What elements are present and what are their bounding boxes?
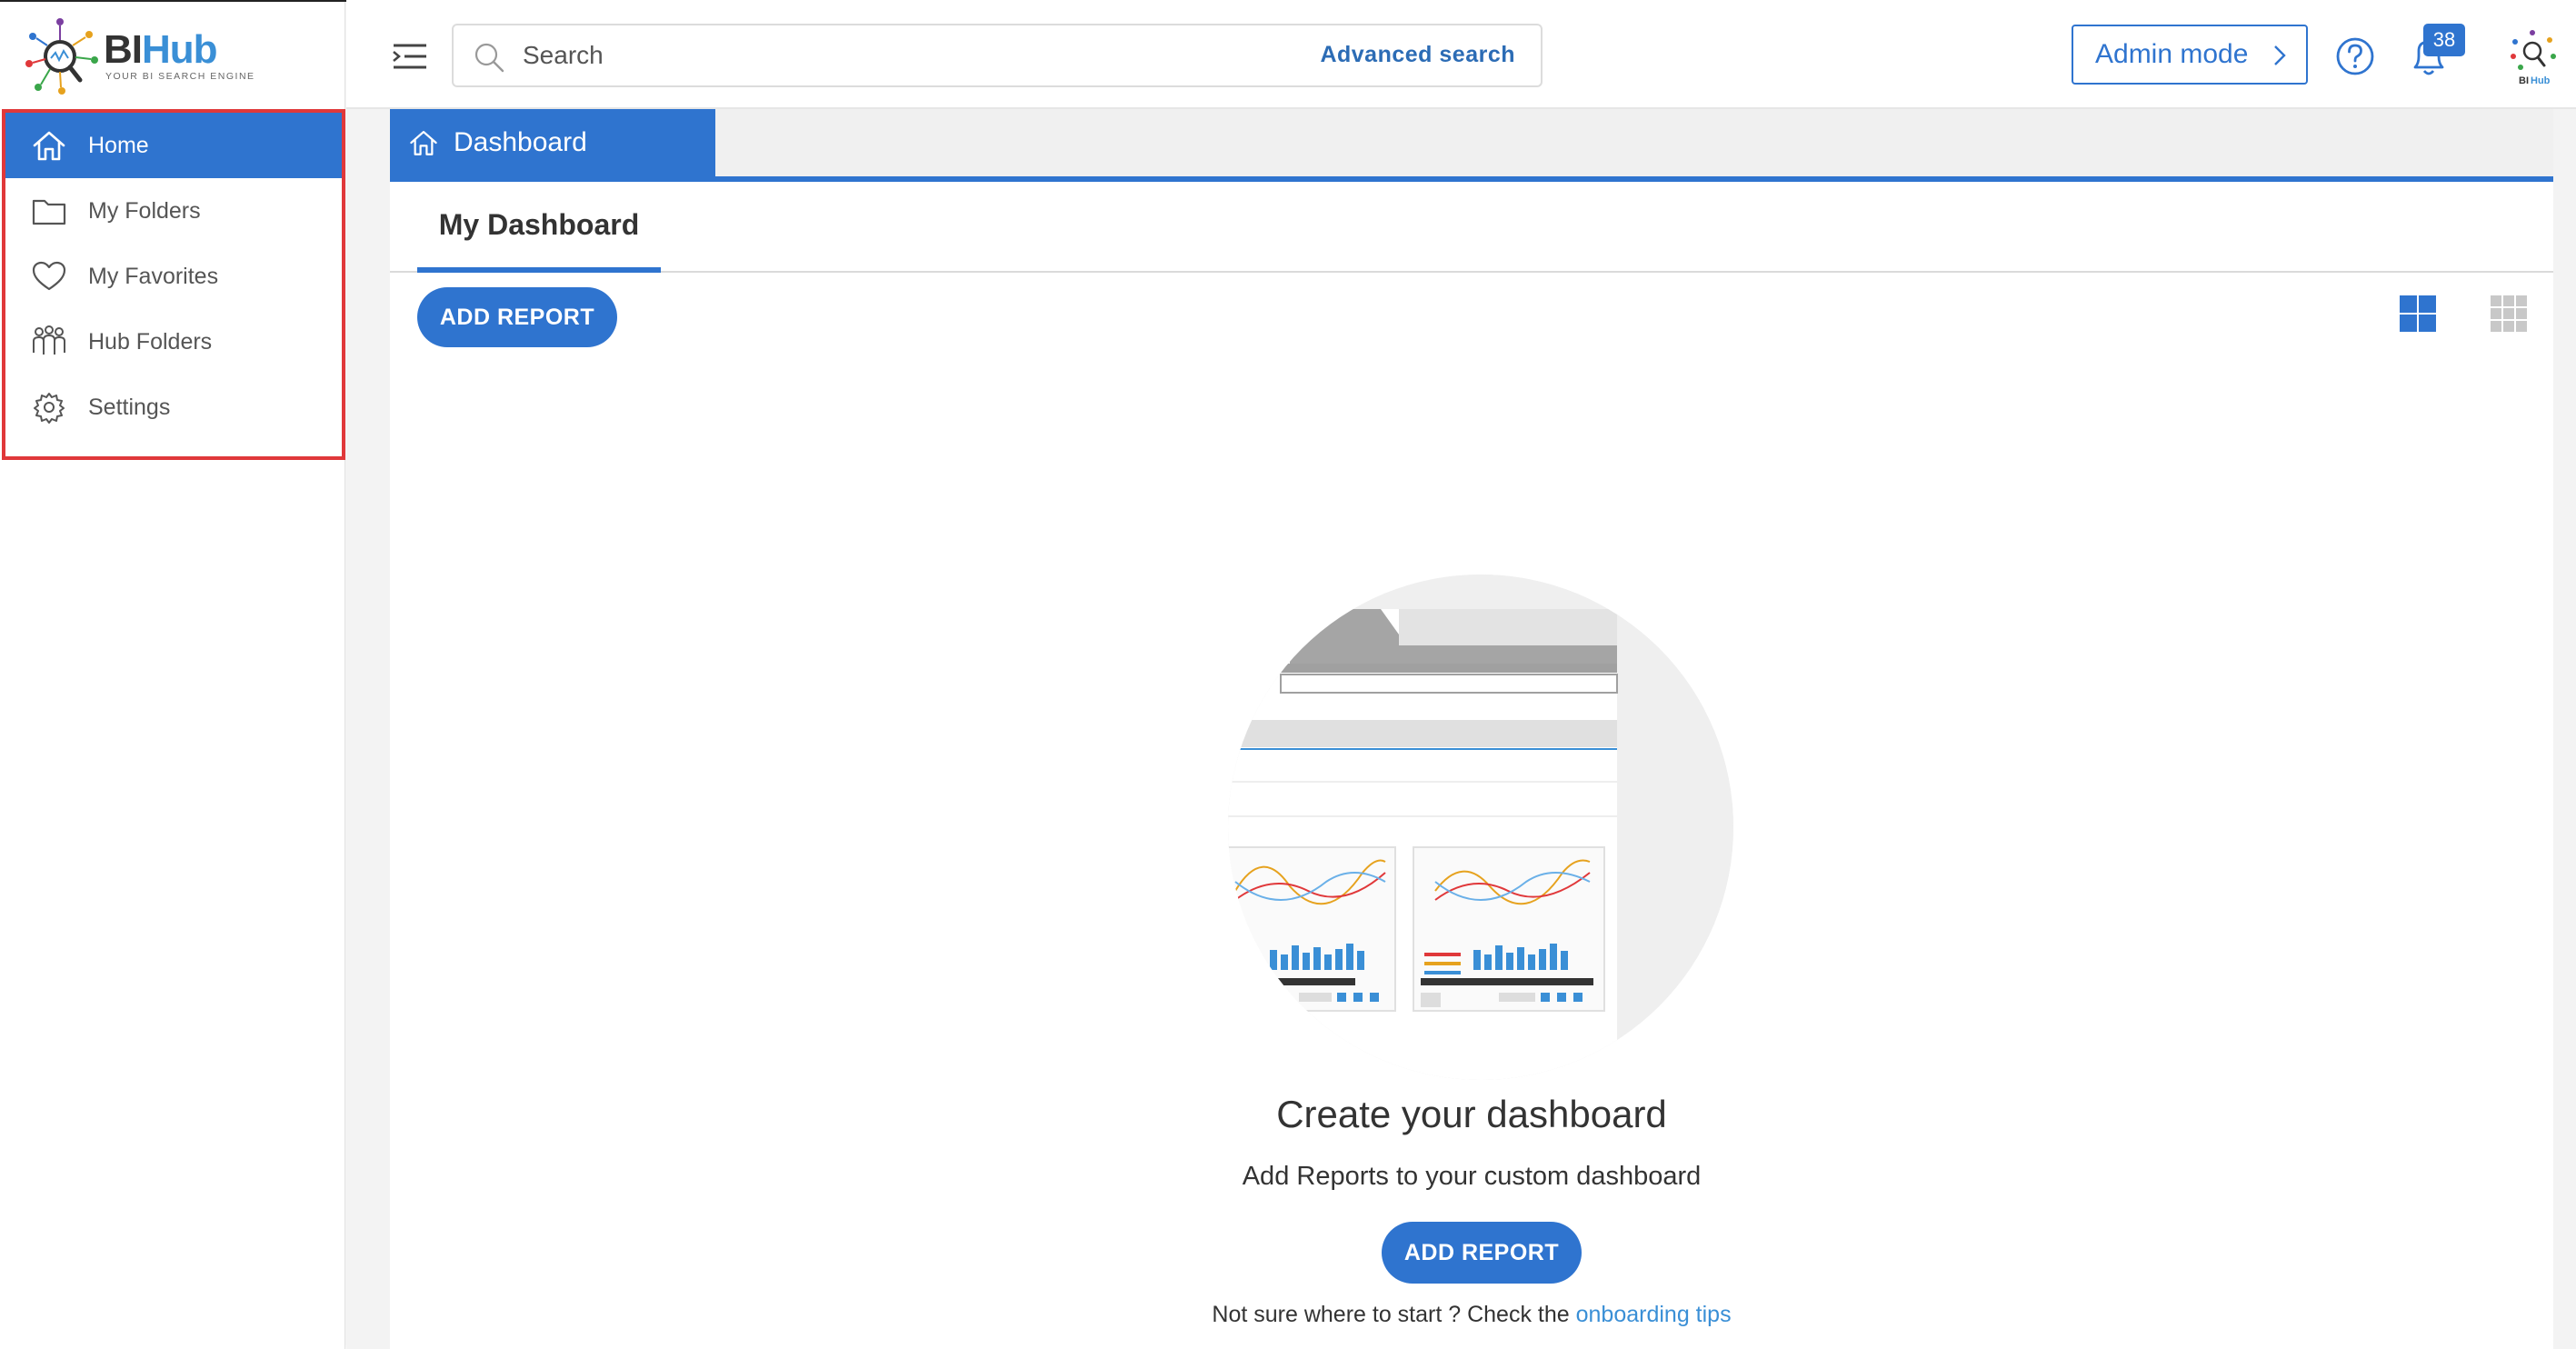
sidebar-item-label: Home xyxy=(88,132,149,158)
search-bar: Advanced search xyxy=(452,24,1543,87)
chevron-right-icon xyxy=(2274,45,2286,65)
home-icon xyxy=(410,130,437,155)
heart-icon xyxy=(32,261,66,291)
logo-title: BIHub xyxy=(104,27,218,73)
admin-mode-label: Admin mode xyxy=(2095,39,2249,69)
gear-icon xyxy=(34,393,65,424)
tab-dashboard[interactable]: Dashboard xyxy=(390,109,715,176)
empty-dashboard-illustration xyxy=(1228,575,1733,1080)
top-bar: Advanced search Admin mode 38 BI Hub xyxy=(346,0,2576,109)
logo-magnifier-icon xyxy=(25,18,98,95)
menu-toggle-icon[interactable] xyxy=(392,42,428,71)
empty-state-subtitle: Add Reports to your custom dashboard xyxy=(1242,1162,1702,1191)
dashboard-content: Dashboard My Dashboard ADD REPORT Create… xyxy=(390,109,2553,1349)
help-icon[interactable] xyxy=(2335,36,2375,76)
bihub-logo[interactable]: BIHub YOUR BI SEARCH ENGINE xyxy=(25,16,254,95)
sidebar-item-label: Hub Folders xyxy=(88,328,213,355)
tab-strip: Dashboard xyxy=(390,109,2553,182)
tab-my-dashboard[interactable]: My Dashboard xyxy=(417,182,661,273)
home-icon xyxy=(33,131,65,161)
notification-count-badge: 38 xyxy=(2423,24,2465,56)
users-group-icon xyxy=(33,325,65,355)
sidebar-item-home[interactable]: Home xyxy=(5,113,342,178)
subtab-bar: My Dashboard xyxy=(390,182,2553,273)
sidebar-item-label: My Favorites xyxy=(88,263,219,289)
sidebar-item-label: Settings xyxy=(88,394,171,420)
search-icon xyxy=(474,43,504,73)
add-report-center-button[interactable]: ADD REPORT xyxy=(1382,1222,1582,1284)
sidebar-item-my-favorites[interactable]: My Favorites xyxy=(5,244,342,309)
sidebar-item-label: My Folders xyxy=(88,197,201,224)
sidebar: BIHub YOUR BI SEARCH ENGINE Home My Fold… xyxy=(0,0,345,1349)
small-grid-view-icon[interactable] xyxy=(2490,295,2528,333)
folder-icon xyxy=(32,199,66,225)
tab-dashboard-label: Dashboard xyxy=(454,127,587,157)
onboarding-tips-link[interactable]: onboarding tips xyxy=(1576,1302,1732,1327)
tips-prefix: Not sure where to start ? Check the xyxy=(1212,1302,1570,1327)
search-input[interactable] xyxy=(523,35,1250,76)
onboarding-tips-text: Not sure where to start ? Check the onbo… xyxy=(390,1302,2553,1328)
sidebar-nav: Home My Folders My Favorites Hub Folders… xyxy=(2,109,345,460)
logo-title-hub: Hub xyxy=(142,27,218,72)
svg-text:Hub: Hub xyxy=(2531,75,2551,86)
sidebar-item-my-folders[interactable]: My Folders xyxy=(5,178,342,244)
main-area: Dashboard My Dashboard ADD REPORT Create… xyxy=(346,109,2576,1349)
advanced-search-link[interactable]: Advanced search xyxy=(1320,42,1515,68)
large-grid-view-icon[interactable] xyxy=(2399,295,2437,333)
empty-state-title: Create your dashboard xyxy=(1276,1093,1667,1135)
add-report-button[interactable]: ADD REPORT xyxy=(417,287,617,347)
user-avatar-logo[interactable]: BI Hub xyxy=(2501,25,2564,89)
sidebar-item-hub-folders[interactable]: Hub Folders xyxy=(5,309,342,375)
sidebar-item-settings[interactable]: Settings xyxy=(5,375,342,440)
svg-text:BI: BI xyxy=(2519,75,2529,86)
logo-tagline: YOUR BI SEARCH ENGINE xyxy=(105,71,255,82)
admin-mode-button[interactable]: Admin mode xyxy=(2072,25,2308,85)
logo-title-bi: BI xyxy=(104,27,143,72)
